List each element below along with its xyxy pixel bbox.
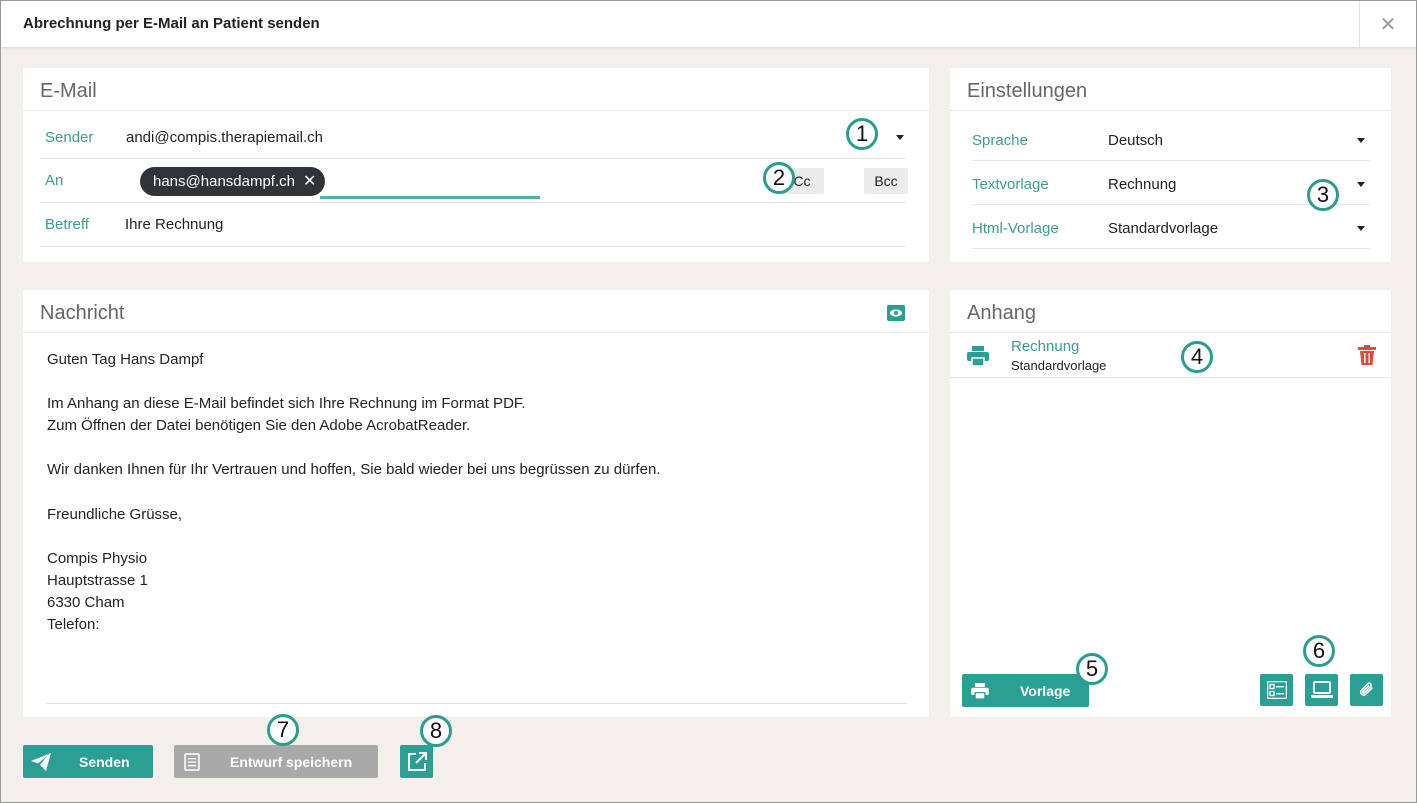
document-icon: [184, 752, 200, 771]
email-panel-header: E-Mail: [40, 80, 97, 102]
message-line: Zum Öffnen der Datei benötigen Sie den A…: [47, 417, 471, 434]
chip-remove-icon[interactable]: ✕: [303, 173, 316, 190]
language-row: Sprache Deutsch: [972, 120, 1370, 161]
callout-badge-8: 8: [420, 715, 452, 747]
message-line: 6330 Cham: [47, 594, 125, 611]
sender-row: Sender andi@compis.therapiemail.ch: [40, 118, 906, 159]
language-label: Sprache: [972, 132, 1028, 149]
trash-icon: [1358, 345, 1376, 365]
html-template-row: Html-Vorlage Standardvorlage: [972, 208, 1370, 249]
bcc-button[interactable]: Bcc: [864, 168, 908, 194]
message-panel: Nachricht Guten Tag Hans Dampf Im Anhang…: [23, 290, 929, 717]
open-external-button[interactable]: [400, 745, 433, 778]
message-line: Compis Physio: [47, 550, 148, 567]
message-line: Guten Tag Hans Dampf: [47, 351, 204, 368]
close-icon: ✕: [1379, 13, 1397, 36]
attachment-item[interactable]: Rechnung Standardvorlage: [950, 333, 1391, 378]
callout-badge-4: 4: [1181, 341, 1213, 373]
send-button-label: Senden: [79, 753, 130, 770]
attachment-template: Standardvorlage: [1011, 358, 1107, 373]
laptop-icon: [1310, 681, 1333, 698]
sender-select[interactable]: andi@compis.therapiemail.ch: [126, 129, 323, 146]
subject-row: Betreff Ihre Rechnung: [40, 206, 906, 247]
callout-badge-3: 3: [1307, 179, 1339, 211]
message-body[interactable]: Guten Tag Hans Dampf Im Anhang an diese …: [23, 333, 929, 705]
paper-plane-icon: [31, 752, 51, 771]
save-draft-button[interactable]: Entwurf speichern: [174, 745, 378, 778]
add-from-computer-button[interactable]: [1305, 674, 1338, 706]
list-icon: [1266, 681, 1287, 699]
text-template-caret-down-icon[interactable]: [1357, 182, 1365, 187]
add-attachment-button[interactable]: [1350, 674, 1383, 706]
language-select[interactable]: Deutsch: [1108, 132, 1163, 149]
callout-badge-7: 7: [267, 714, 299, 746]
sender-label: Sender: [45, 129, 94, 146]
message-panel-header: Nachricht: [40, 302, 125, 324]
callout-badge-2: 2: [763, 162, 795, 194]
paperclip-icon: [1359, 682, 1373, 696]
message-line: Im Anhang an diese E-Mail befindet sich …: [47, 395, 526, 412]
dialog-title: Abrechnung per E-Mail an Patient senden: [23, 15, 320, 32]
save-draft-button-label: Entwurf speichern: [230, 753, 353, 770]
message-line: Wir danken Ihnen für Ihr Vertrauen und h…: [47, 461, 661, 478]
message-line: Freundliche Grüsse,: [47, 506, 183, 523]
external-link-icon: [407, 751, 427, 771]
html-template-select[interactable]: Standardvorlage: [1108, 220, 1218, 237]
template-button[interactable]: Vorlage: [962, 674, 1089, 707]
recipient-chip: hans@hansdampf.ch ✕: [140, 167, 326, 196]
text-template-select[interactable]: Rechnung: [1108, 176, 1176, 193]
subject-input[interactable]: Ihre Rechnung: [125, 216, 223, 233]
send-button[interactable]: Senden: [23, 745, 153, 778]
add-form-button[interactable]: [1260, 674, 1293, 706]
title-bar: Abrechnung per E-Mail an Patient senden …: [1, 1, 1416, 48]
recipient-input[interactable]: [320, 168, 540, 199]
settings-panel-header: Einstellungen: [967, 80, 1088, 102]
sender-caret-down-icon[interactable]: [896, 135, 904, 140]
language-caret-down-icon[interactable]: [1357, 138, 1365, 143]
printer-icon: [967, 346, 989, 366]
message-line: Telefon:: [47, 616, 100, 633]
text-template-label: Textvorlage: [972, 176, 1049, 193]
attachment-name: Rechnung: [1011, 338, 1080, 355]
attachments-panel-header: Anhang: [967, 302, 1036, 324]
delete-attachment-button[interactable]: [1358, 345, 1376, 370]
callout-badge-6: 6: [1303, 635, 1335, 667]
callout-badge-1: 1: [846, 118, 878, 150]
printer-icon: [971, 682, 989, 699]
subject-label: Betreff: [45, 216, 89, 233]
close-button[interactable]: ✕: [1359, 1, 1416, 47]
email-dialog: Abrechnung per E-Mail an Patient senden …: [0, 0, 1417, 803]
email-panel: E-Mail Sender andi@compis.therapiemail.c…: [23, 68, 929, 262]
message-line: Hauptstrasse 1: [47, 572, 148, 589]
callout-badge-5: 5: [1076, 653, 1108, 685]
to-label: An: [45, 172, 64, 189]
recipient-chip-label: hans@hansdampf.ch: [153, 173, 295, 190]
html-template-caret-down-icon[interactable]: [1357, 226, 1365, 231]
preview-button[interactable]: [886, 303, 906, 323]
html-template-label: Html-Vorlage: [972, 220, 1059, 237]
settings-panel: Einstellungen Sprache Deutsch Textvorlag…: [950, 68, 1391, 262]
eye-icon: [887, 305, 905, 321]
template-button-label: Vorlage: [1020, 682, 1071, 699]
